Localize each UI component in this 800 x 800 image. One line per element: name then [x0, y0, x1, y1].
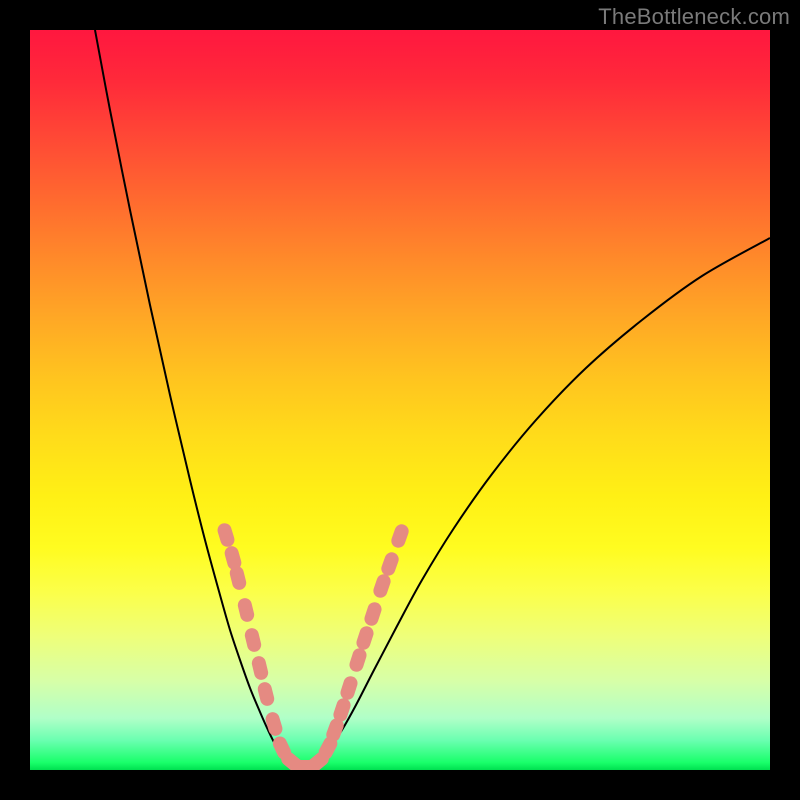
bottleneck-curve — [95, 30, 770, 767]
marker-group — [216, 521, 411, 770]
curve-marker — [243, 627, 262, 654]
watermark-text: TheBottleneck.com — [598, 4, 790, 30]
curve-svg — [30, 30, 770, 770]
curve-marker — [355, 624, 376, 651]
curve-marker — [389, 522, 410, 549]
curve-marker — [339, 674, 360, 701]
curve-marker — [236, 597, 255, 624]
chart-frame: TheBottleneck.com — [0, 0, 800, 800]
curve-marker — [379, 550, 400, 577]
curve-marker — [216, 521, 236, 548]
curve-marker — [264, 711, 284, 738]
plot-area — [30, 30, 770, 770]
curve-marker — [348, 646, 369, 673]
curve-marker — [250, 655, 269, 682]
curve-marker — [372, 572, 393, 599]
curve-marker — [256, 681, 275, 708]
curve-marker — [363, 600, 384, 627]
